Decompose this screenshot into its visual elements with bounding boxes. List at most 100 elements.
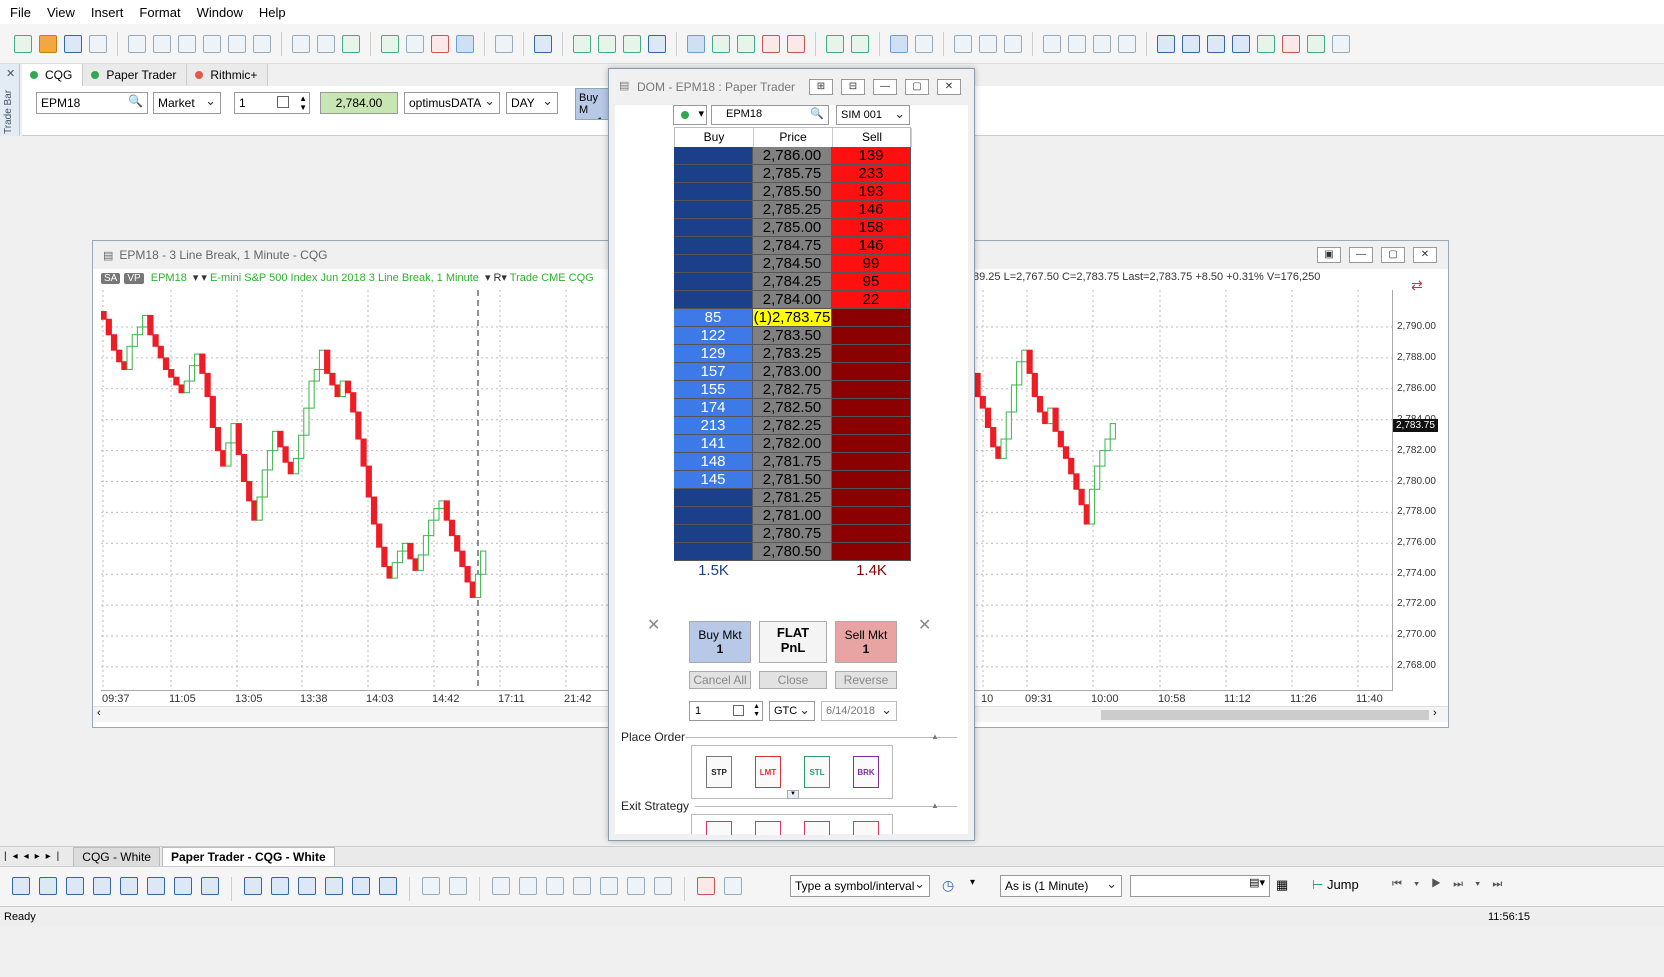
calculator-icon[interactable]: [492, 877, 510, 895]
collapse-section-icon[interactable]: ▲: [931, 801, 939, 810]
bar-chart-icon[interactable]: [573, 34, 591, 53]
collapse-icon[interactable]: [1157, 34, 1175, 53]
clock-dropdown-icon[interactable]: ▾: [970, 877, 975, 888]
bid-cell[interactable]: [674, 165, 753, 183]
jump-button[interactable]: ⊢ Jump: [1312, 877, 1359, 893]
scroll-right-icon[interactable]: ›: [1433, 707, 1437, 719]
layout-icon[interactable]: [1043, 34, 1061, 53]
rectangle-icon[interactable]: [546, 877, 564, 895]
ask-cell[interactable]: [832, 471, 911, 489]
float-icon[interactable]: ⊞: [809, 79, 833, 95]
bid-cell[interactable]: [674, 183, 753, 201]
arrow-up-marker-icon[interactable]: [654, 877, 672, 895]
settings-icon[interactable]: [495, 34, 513, 53]
exit-strategy-2-icon[interactable]: [755, 821, 781, 835]
search-icon[interactable]: 🔍: [128, 94, 143, 108]
ask-cell[interactable]: [832, 507, 911, 525]
speed-lines-icon[interactable]: [201, 877, 219, 895]
price-cell[interactable]: 2,780.75: [753, 525, 832, 543]
price-cell[interactable]: 2,785.50: [753, 183, 832, 201]
limit-order-icon[interactable]: LMT: [755, 756, 781, 788]
bid-cell[interactable]: 122: [674, 327, 753, 345]
ask-cell[interactable]: [832, 327, 911, 345]
ask-cell[interactable]: [832, 417, 911, 435]
close-icon[interactable]: ✕: [937, 79, 961, 95]
close-position-button[interactable]: Close: [759, 671, 827, 689]
link-window-icon[interactable]: ⊟: [841, 79, 865, 95]
price-cell[interactable]: 2,785.00: [753, 219, 832, 237]
properties-icon[interactable]: [534, 34, 552, 53]
grid-icon[interactable]: [449, 877, 467, 895]
stop-limit-order-icon[interactable]: STL: [804, 756, 830, 788]
report-icon[interactable]: [228, 34, 246, 53]
menu-format[interactable]: Format: [139, 5, 180, 20]
tab-nav-arrows-icon[interactable]: |◂◂▸▸|: [4, 851, 65, 862]
price-cell[interactable]: (1)2,783.75: [753, 309, 832, 327]
buy-market-button[interactable]: Buy M1: [575, 88, 609, 120]
ask-cell[interactable]: 193: [832, 183, 911, 201]
horizontal-line-icon[interactable]: [39, 877, 57, 895]
bid-cell[interactable]: 174: [674, 399, 753, 417]
price-axis[interactable]: 2,790.00 2,788.00 2,786.00 2,784.00 2,78…: [1392, 290, 1446, 690]
tab-paper-trader[interactable]: Paper Trader: [83, 64, 188, 86]
price-cell[interactable]: 2,782.00: [753, 435, 832, 453]
trade-bar-close-icon[interactable]: ✕: [6, 67, 15, 80]
price-cell[interactable]: 2,783.50: [753, 327, 832, 345]
price-cell[interactable]: 2,781.75: [753, 453, 832, 471]
link-icon[interactable]: [1093, 34, 1111, 53]
price-cell[interactable]: 2,784.50: [753, 255, 832, 273]
curve-icon[interactable]: [600, 877, 618, 895]
line-chart-icon[interactable]: [648, 34, 666, 53]
add-window-icon[interactable]: [342, 34, 360, 53]
open-folder-icon[interactable]: [39, 34, 57, 53]
ask-cell[interactable]: [832, 363, 911, 381]
price-field[interactable]: 2,784.00: [320, 92, 398, 114]
pitchfork-icon[interactable]: [379, 877, 397, 895]
sell-market-button[interactable]: Sell Mkt 1: [835, 621, 897, 663]
bid-cell[interactable]: 213: [674, 417, 753, 435]
diamond-icon[interactable]: [1232, 34, 1250, 53]
ray-icon[interactable]: [120, 877, 138, 895]
bid-cell[interactable]: [674, 147, 753, 165]
calculator-icon[interactable]: [733, 705, 744, 716]
quote-sheet-icon[interactable]: [153, 34, 171, 53]
bid-cell[interactable]: 145: [674, 471, 753, 489]
ask-cell[interactable]: 139: [832, 147, 911, 165]
price-cell[interactable]: 2,785.75: [753, 165, 832, 183]
bid-cell[interactable]: [674, 255, 753, 273]
bid-cell[interactable]: 141: [674, 435, 753, 453]
ask-cell[interactable]: 95: [832, 273, 911, 291]
tif-select[interactable]: DAY: [506, 92, 558, 114]
bid-cell[interactable]: 129: [674, 345, 753, 363]
bid-cell[interactable]: [674, 201, 753, 219]
exit-strategy-3-icon[interactable]: [804, 821, 830, 835]
gann-fan-icon[interactable]: [174, 877, 192, 895]
line-break-icon[interactable]: [687, 34, 705, 53]
ask-cell[interactable]: 233: [832, 165, 911, 183]
profile-icon[interactable]: [851, 34, 869, 53]
price-cell[interactable]: 2,781.25: [753, 489, 832, 507]
interval-select[interactable]: As is (1 Minute): [1000, 875, 1122, 897]
menu-help[interactable]: Help: [259, 5, 286, 20]
renko-icon[interactable]: [712, 34, 730, 53]
add-indicator-icon[interactable]: [381, 34, 399, 53]
close-workspace-icon[interactable]: [89, 34, 107, 53]
add-study-icon[interactable]: [406, 34, 424, 53]
remove-study-icon[interactable]: [431, 34, 449, 53]
bid-cell[interactable]: [674, 291, 753, 309]
ask-cell[interactable]: [832, 399, 911, 417]
ask-cell[interactable]: 99: [832, 255, 911, 273]
menu-file[interactable]: File: [10, 5, 31, 20]
bid-cell[interactable]: [674, 543, 753, 561]
ellipse-icon[interactable]: [573, 877, 591, 895]
reverse-button[interactable]: Reverse: [835, 671, 897, 689]
price-cell[interactable]: 2,782.75: [753, 381, 832, 399]
tab-rithmic[interactable]: Rithmic+: [187, 64, 269, 86]
new-workspace-icon[interactable]: [14, 34, 32, 53]
vertical-line-icon[interactable]: [66, 877, 84, 895]
draw-style-icon[interactable]: [724, 877, 742, 895]
quantity-stepper[interactable]: 1 ▲ ▼: [234, 92, 310, 114]
ask-cell[interactable]: [832, 543, 911, 561]
volume-icon[interactable]: [826, 34, 844, 53]
price-cell[interactable]: 2,786.00: [753, 147, 832, 165]
